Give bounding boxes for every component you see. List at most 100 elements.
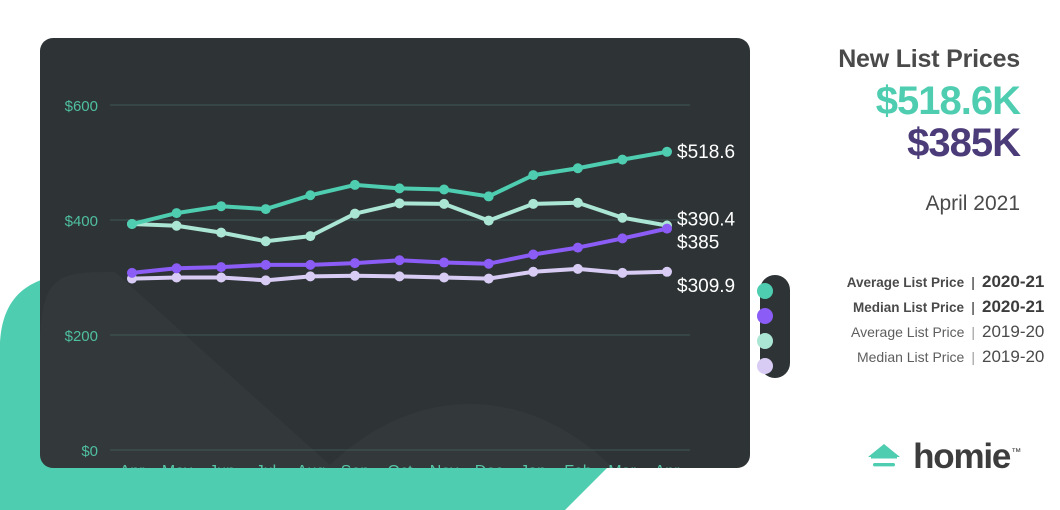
series-end-label: $518.6	[677, 142, 735, 163]
series-point	[439, 184, 450, 195]
series-point	[171, 208, 182, 219]
series-point	[572, 263, 583, 274]
legend-item-separator: |	[971, 349, 975, 365]
series-point	[260, 259, 271, 270]
y-tick-label: $400	[65, 213, 98, 230]
series-point	[617, 154, 628, 165]
x-tick-label: Sep	[341, 463, 370, 468]
series-point	[662, 146, 672, 157]
x-tick-label: Dec	[475, 463, 503, 468]
series-point	[662, 266, 672, 277]
series-point	[528, 170, 539, 181]
right-panel: New List Prices $518.6K $385K April 2021…	[757, 0, 1060, 510]
legend-color-dot-median-2020-21	[757, 308, 773, 324]
series-point	[528, 266, 539, 277]
series-point	[349, 258, 360, 269]
series-point	[572, 197, 583, 208]
legend-item-label: Average List Price	[851, 324, 965, 340]
trademark-symbol: ™	[1011, 446, 1021, 458]
series-point	[528, 198, 539, 209]
series-point	[483, 258, 494, 269]
kpi-secondary-value: $385K	[907, 121, 1021, 166]
legend-item-period: 2020-21	[982, 272, 1045, 291]
series-point	[171, 220, 182, 231]
line-chart-plot: $600 $400 $200 $0 Apr May Jun Jul Aug Se…	[65, 98, 736, 468]
series-point	[572, 242, 583, 253]
series-point	[662, 223, 672, 234]
legend-item-average-2020-21[interactable]: Average List Price | 2020-21	[794, 272, 1060, 297]
x-tick-label: Apr	[655, 463, 681, 468]
series-point	[216, 227, 227, 238]
legend-item-period: 2019-20	[982, 322, 1045, 341]
series-end-labels: $518.6 $390.4$385 $309.9	[677, 142, 736, 297]
x-tick-label: Nov	[430, 463, 458, 468]
series-point	[394, 271, 405, 282]
series-point	[572, 163, 583, 174]
page-title: New List Prices	[838, 45, 1020, 73]
series-group	[127, 146, 672, 286]
series-point	[127, 267, 137, 278]
legend-dot-pill	[757, 275, 790, 378]
legend-item-label: Median List Price	[853, 300, 965, 315]
x-tick-label: Feb	[564, 463, 592, 468]
series-point	[394, 255, 405, 266]
series-point	[260, 236, 271, 247]
series-point	[394, 198, 405, 209]
x-axis-labels: Apr May Jun Jul Aug Sep Oct Nov Dec Jan …	[120, 463, 681, 468]
series-end-label: $385	[677, 233, 719, 254]
legend-item-period: 2019-20	[982, 347, 1045, 366]
series-point	[528, 249, 539, 260]
series-point	[216, 272, 227, 283]
series-end-label: $309.9	[677, 276, 735, 297]
x-tick-label: Apr	[120, 463, 146, 468]
chart-card: $600 $400 $200 $0 Apr May Jun Jul Aug Se…	[40, 38, 750, 468]
series-point	[305, 231, 316, 242]
y-axis-labels: $600 $400 $200 $0	[65, 98, 98, 460]
legend-item-label: Median List Price	[856, 349, 965, 365]
y-tick-label: $600	[65, 98, 98, 115]
series-point	[394, 183, 405, 194]
series-point	[617, 267, 628, 278]
legend-color-dot-average-2019-20	[757, 333, 773, 349]
legend-item-median-2019-20[interactable]: Median List Price | 2019-20	[794, 347, 1060, 372]
series-end-label: $390.4	[677, 210, 736, 231]
kpi-date: April 2021	[925, 192, 1020, 216]
x-tick-label: Jan	[520, 463, 546, 468]
kpi-primary-value: $518.6K	[875, 78, 1021, 123]
x-tick-label: Oct	[388, 463, 413, 468]
legend-rows: Average List Price | 2020-21 Median List…	[794, 272, 1060, 372]
y-tick-label: $0	[81, 443, 98, 460]
chart-legend: Average List Price | 2020-21 Median List…	[757, 272, 1060, 382]
legend-color-dot-average-2020-21	[757, 283, 773, 299]
series-point	[439, 198, 450, 209]
series-point	[171, 272, 182, 283]
home-roof-icon	[868, 444, 901, 467]
logo-wordmark: homie™	[913, 436, 1021, 476]
x-tick-label: May	[162, 463, 192, 468]
series-point	[483, 191, 494, 202]
x-tick-label: Mar	[608, 463, 636, 468]
homie-logo: homie™	[864, 436, 1021, 476]
series-point	[349, 270, 360, 281]
series-point	[617, 212, 628, 223]
series-point	[171, 263, 182, 274]
series-line	[130, 226, 669, 275]
legend-item-separator: |	[971, 324, 975, 340]
series-point	[305, 271, 316, 282]
legend-item-label: Average List Price	[846, 275, 965, 290]
series-point	[349, 208, 360, 219]
x-tick-label: Jun	[209, 463, 235, 468]
logo-text: homie	[913, 436, 1011, 476]
series-point	[216, 201, 227, 212]
legend-item-average-2019-20[interactable]: Average List Price | 2019-20	[794, 322, 1060, 347]
x-tick-label: Aug	[297, 463, 325, 468]
y-tick-label: $200	[65, 328, 98, 345]
series-point	[305, 190, 316, 201]
series-point	[483, 215, 494, 226]
series-point	[617, 233, 628, 244]
series-point	[483, 273, 494, 284]
series-point	[216, 262, 227, 273]
series-point	[260, 275, 271, 286]
legend-item-median-2020-21[interactable]: Median List Price | 2020-21	[794, 297, 1060, 322]
legend-color-dot-median-2019-20	[757, 358, 773, 374]
